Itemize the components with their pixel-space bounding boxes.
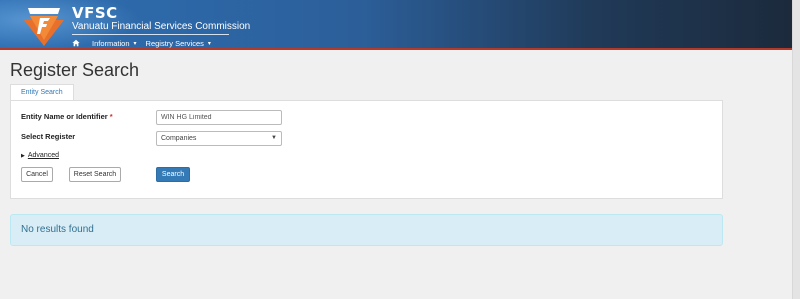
brand-subtitle: Vanuatu Financial Services Commission	[72, 21, 250, 35]
nav-item-label: Registry Services	[145, 38, 204, 48]
tab-entity-search[interactable]: Entity Search	[10, 84, 74, 101]
page-scrollbar[interactable]	[792, 0, 800, 299]
advanced-toggle[interactable]: ▶ Advanced	[21, 152, 59, 159]
select-register-label: Select Register	[21, 132, 76, 141]
main-nav: Information ▾ Registry Services ▾	[72, 37, 220, 48]
home-icon[interactable]	[72, 39, 80, 47]
advanced-label: Advanced	[27, 152, 59, 159]
nav-item-label: Information	[92, 38, 130, 48]
caret-right-icon: ▶	[21, 152, 25, 159]
chevron-down-icon: ▼	[271, 135, 277, 141]
nav-item-information[interactable]: Information ▾	[92, 39, 137, 48]
entity-name-input[interactable]	[156, 110, 282, 125]
entity-name-label: Entity Name or Identifier *	[21, 112, 113, 121]
brand-name[interactable]: VFSC	[72, 4, 118, 22]
entity-name-label-text: Entity Name or Identifier	[21, 112, 108, 121]
reset-search-button[interactable]: Reset Search	[69, 167, 121, 182]
nav-item-registry-services[interactable]: Registry Services ▾	[146, 39, 211, 48]
site-header: VFSC Vanuatu Financial Services Commissi…	[0, 0, 792, 50]
search-panel	[10, 101, 723, 199]
register-select[interactable]: Companies ▼	[156, 131, 282, 146]
chevron-down-icon: ▾	[133, 40, 137, 47]
page-title: Register Search	[10, 60, 140, 80]
search-button[interactable]: Search	[156, 167, 190, 182]
cancel-button[interactable]: Cancel	[21, 167, 53, 182]
chevron-down-icon: ▾	[207, 40, 211, 47]
required-marker: *	[109, 112, 113, 121]
no-results-alert: No results found	[10, 214, 723, 246]
register-select-value: Companies	[161, 135, 197, 142]
vfsc-logo[interactable]	[22, 2, 66, 46]
